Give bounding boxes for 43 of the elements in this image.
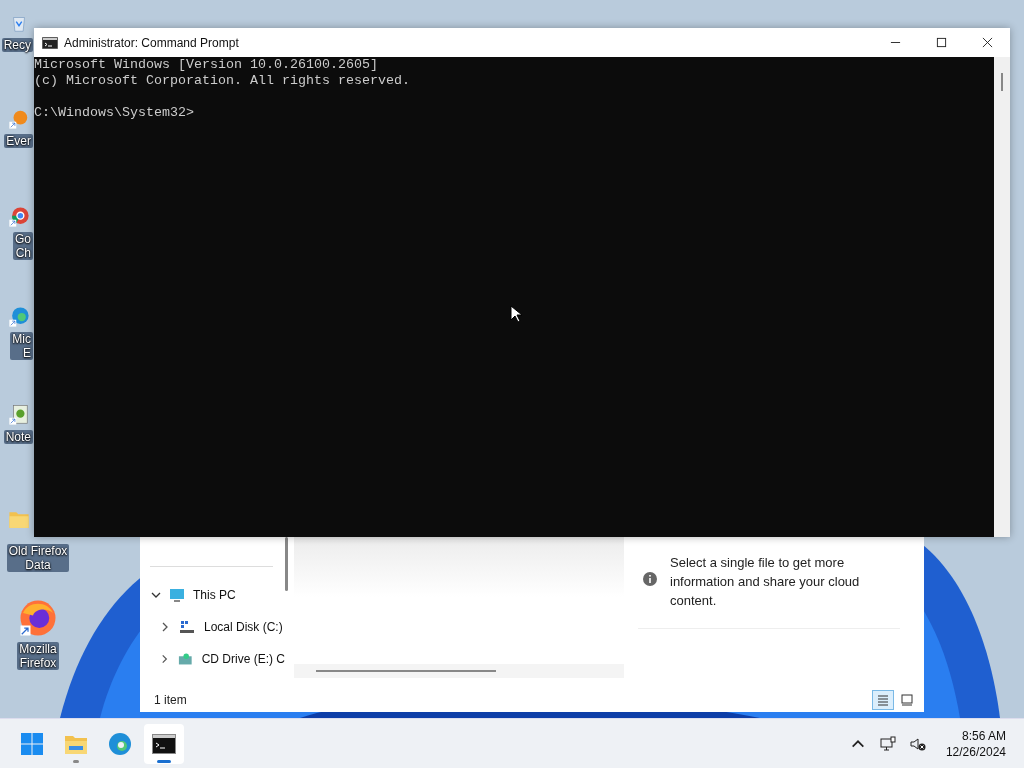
item-count: 1 item bbox=[154, 693, 187, 707]
icon-label: Old Firefox Data bbox=[6, 544, 70, 572]
clock-date[interactable]: 12/26/2024 bbox=[945, 743, 1006, 760]
console-line: Microsoft Windows [Version 10.0.26100.2605] bbox=[34, 57, 378, 73]
icon-label: Go Ch bbox=[13, 232, 33, 260]
clock-time[interactable]: 8:56 AM bbox=[961, 727, 1006, 744]
drive-icon bbox=[178, 651, 193, 667]
app-icon[interactable] bbox=[8, 404, 30, 426]
close-icon bbox=[981, 37, 993, 48]
mouse-cursor-icon bbox=[510, 305, 522, 323]
details-message: Select a single file to get more information and share your cloud content. bbox=[670, 554, 861, 610]
drive-icon bbox=[179, 619, 195, 635]
chevron-icon[interactable] bbox=[151, 590, 161, 600]
chevron-icon[interactable] bbox=[160, 622, 170, 632]
maximize-icon bbox=[935, 37, 947, 48]
console-prompt[interactable]: C:\Windows\System32> bbox=[34, 105, 194, 121]
terminal-icon bbox=[152, 731, 176, 756]
nav-item[interactable]: This PC bbox=[140, 579, 285, 611]
console-line: (c) Microsoft Corporation. All rights reserved. bbox=[34, 73, 410, 89]
network-icon[interactable] bbox=[879, 735, 896, 752]
info-icon bbox=[642, 571, 658, 587]
icon-label: Ever bbox=[4, 134, 33, 148]
windows-logo-icon bbox=[20, 731, 44, 756]
monitor-icon bbox=[169, 587, 185, 603]
icon-label: Mic E bbox=[10, 332, 33, 360]
volume-muted-icon[interactable] bbox=[909, 735, 926, 752]
icon-label: Mozilla Firefox bbox=[17, 642, 59, 670]
app-icon[interactable] bbox=[8, 206, 30, 228]
details-view-button[interactable] bbox=[872, 690, 894, 710]
scrollbar[interactable] bbox=[316, 670, 496, 672]
window-title: Administrator: Command Prompt bbox=[64, 35, 240, 50]
app-icon[interactable] bbox=[18, 598, 58, 638]
taskbar-app-button[interactable] bbox=[144, 723, 184, 764]
nav-item[interactable]: Local Disk (C:) bbox=[140, 611, 285, 643]
app-icon[interactable] bbox=[8, 306, 30, 328]
chevron-icon[interactable] bbox=[160, 654, 170, 664]
browser-icon bbox=[108, 731, 132, 756]
list-icon bbox=[876, 693, 890, 707]
terminal-icon bbox=[42, 36, 58, 49]
scrollbar[interactable] bbox=[285, 537, 288, 591]
nav-item[interactable]: CD Drive (E:) C bbox=[140, 643, 285, 675]
scrollbar[interactable] bbox=[1001, 73, 1003, 91]
preview-pane-icon bbox=[900, 693, 914, 707]
